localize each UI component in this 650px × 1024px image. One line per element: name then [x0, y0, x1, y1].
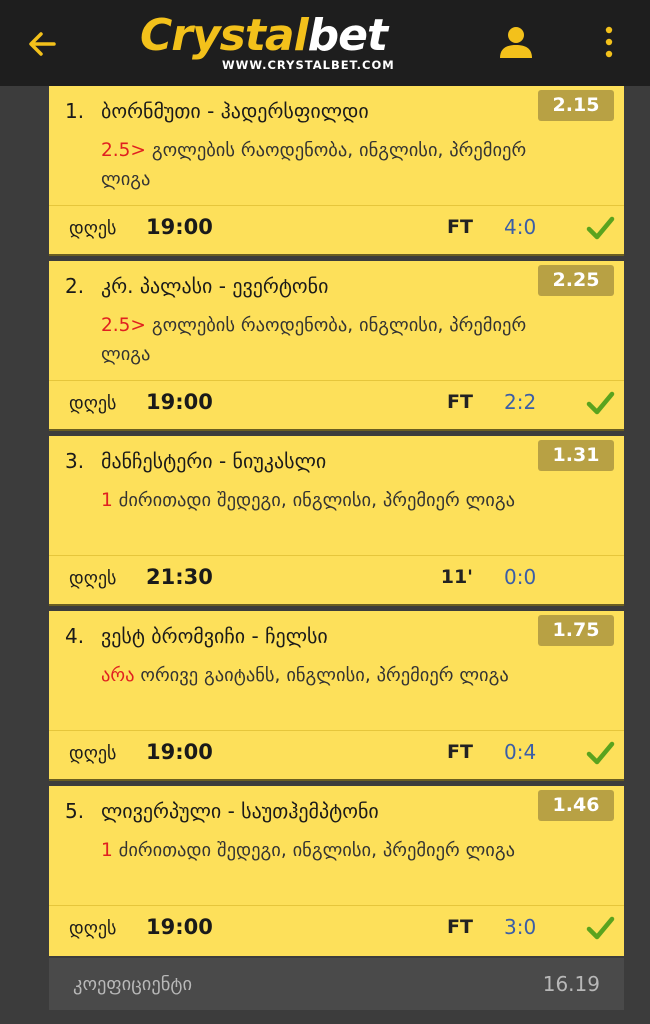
arrow-left-icon[interactable]	[22, 24, 62, 64]
total-coefficient-bar: კოეფიციენტი 16.19	[49, 958, 624, 1010]
bet-market: გოლების რაოდენობა, ინგლისი, პრემიერ ლიგა	[101, 315, 527, 365]
odd-badge: 1.46	[538, 790, 614, 821]
bet-market: ძირითადი შედეგი, ინგლისი, პრემიერ ლიგა	[118, 490, 516, 511]
crystalbet-logo[interactable]: Crystalbet WWW.CRYSTALBET.COM	[140, 10, 430, 76]
bet-number: 2.	[65, 274, 85, 298]
odd-badge: 1.75	[538, 615, 614, 646]
card-separator	[49, 254, 624, 256]
odd-badge: 2.25	[538, 265, 614, 296]
card-separator	[49, 429, 624, 431]
match-time: 19:00	[146, 390, 213, 414]
match-name: ვესტ ბრომვიჩი - ჩელსი	[101, 624, 328, 648]
bet-description: არა ორივე გაიტანს, ინგლისი, პრემიერ ლიგა	[101, 661, 541, 690]
match-day: დღეს	[69, 218, 117, 239]
match-name: კრ. პალასი - ევერტონი	[101, 274, 329, 298]
check-icon	[586, 916, 615, 940]
match-day: დღეს	[69, 918, 117, 939]
match-name: ლივერპული - საუთჰემპტონი	[101, 799, 379, 823]
bet-footer: დღეს 19:00 FT 3:0	[49, 906, 624, 954]
match-score: 2:2	[504, 390, 537, 414]
match-status: FT	[447, 391, 473, 413]
logo-main: Crystal	[140, 10, 309, 61]
bet-card[interactable]: 4. ვესტ ბრომვიჩი - ჩელსი 1.75 არა ორივე …	[49, 611, 624, 781]
bet-card[interactable]: 2. კრ. პალასი - ევერტონი 2.25 2.5> გოლებ…	[49, 261, 624, 431]
bet-selection: 2.5>	[101, 140, 146, 161]
bet-number: 5.	[65, 799, 85, 823]
top-app-bar: Crystalbet WWW.CRYSTALBET.COM	[0, 0, 650, 86]
match-status: FT	[447, 216, 473, 238]
bet-footer: დღეს 19:00 FT 4:0	[49, 206, 624, 254]
card-separator	[49, 779, 624, 781]
bet-selection: არა	[101, 665, 135, 686]
card-separator	[49, 604, 624, 606]
bet-number: 1.	[65, 99, 85, 123]
match-day: დღეს	[69, 743, 117, 764]
match-status: 11'	[440, 566, 473, 588]
bet-description: 1 ძირითადი შედეგი, ინგლისი, პრემიერ ლიგა	[101, 486, 541, 515]
match-day: დღეს	[69, 568, 117, 589]
match-score: 4:0	[504, 215, 537, 239]
match-score: 0:0	[504, 565, 537, 589]
bet-number: 3.	[65, 449, 85, 473]
user-icon[interactable]	[497, 24, 535, 62]
match-day: დღეს	[69, 393, 117, 414]
bet-card[interactable]: 1. ბორნმუთი - ჰადერსფილდი 2.15 2.5> გოლე…	[49, 86, 624, 256]
bet-description: 2.5> გოლების რაოდენობა, ინგლისი, პრემიერ…	[101, 311, 541, 369]
bet-footer: დღეს 21:30 11' 0:0	[49, 556, 624, 604]
bet-selection: 1	[101, 490, 113, 511]
match-name: მანჩესტერი - ნიუკასლი	[101, 449, 327, 473]
match-status: FT	[447, 916, 473, 938]
match-time: 21:30	[146, 565, 213, 589]
bet-selection: 2.5>	[101, 315, 146, 336]
bet-number: 4.	[65, 624, 85, 648]
coefficient-value: 16.19	[542, 972, 600, 996]
bet-market: გოლების რაოდენობა, ინგლისი, პრემიერ ლიგა	[101, 140, 527, 190]
check-icon	[586, 216, 615, 240]
odd-badge: 2.15	[538, 90, 614, 121]
match-time: 19:00	[146, 215, 213, 239]
odd-badge: 1.31	[538, 440, 614, 471]
bet-market: ორივე გაიტანს, ინგლისი, პრემიერ ლიგა	[140, 665, 509, 686]
bet-description: 2.5> გოლების რაოდენობა, ინგლისი, პრემიერ…	[101, 136, 541, 194]
match-time: 19:00	[146, 740, 213, 764]
bet-footer: დღეს 19:00 FT 2:2	[49, 381, 624, 429]
logo-wordmark: Crystalbet	[140, 10, 430, 62]
logo-accent: bet	[307, 10, 388, 61]
bet-description: 1 ძირითადი შედეგი, ინგლისი, პრემიერ ლიგა	[101, 836, 541, 865]
logo-url: WWW.CRYSTALBET.COM	[222, 58, 395, 72]
coefficient-label: კოეფიციენტი	[73, 974, 193, 995]
bet-footer: დღეს 19:00 FT 0:4	[49, 731, 624, 779]
match-name: ბორნმუთი - ჰადერსფილდი	[101, 99, 369, 123]
bet-market: ძირითადი შედეგი, ინგლისი, პრემიერ ლიგა	[118, 840, 516, 861]
more-vertical-icon[interactable]	[597, 22, 621, 62]
bet-card[interactable]: 3. მანჩესტერი - ნიუკასლი 1.31 1 ძირითადი…	[49, 436, 624, 606]
bet-card[interactable]: 5. ლივერპული - საუთჰემპტონი 1.46 1 ძირით…	[49, 786, 624, 956]
match-score: 3:0	[504, 915, 537, 939]
check-icon	[586, 391, 615, 415]
match-status: FT	[447, 741, 473, 763]
bet-selection: 1	[101, 840, 113, 861]
check-icon	[586, 741, 615, 765]
match-score: 0:4	[504, 740, 537, 764]
bottom-strip	[0, 1010, 650, 1024]
match-time: 19:00	[146, 915, 213, 939]
